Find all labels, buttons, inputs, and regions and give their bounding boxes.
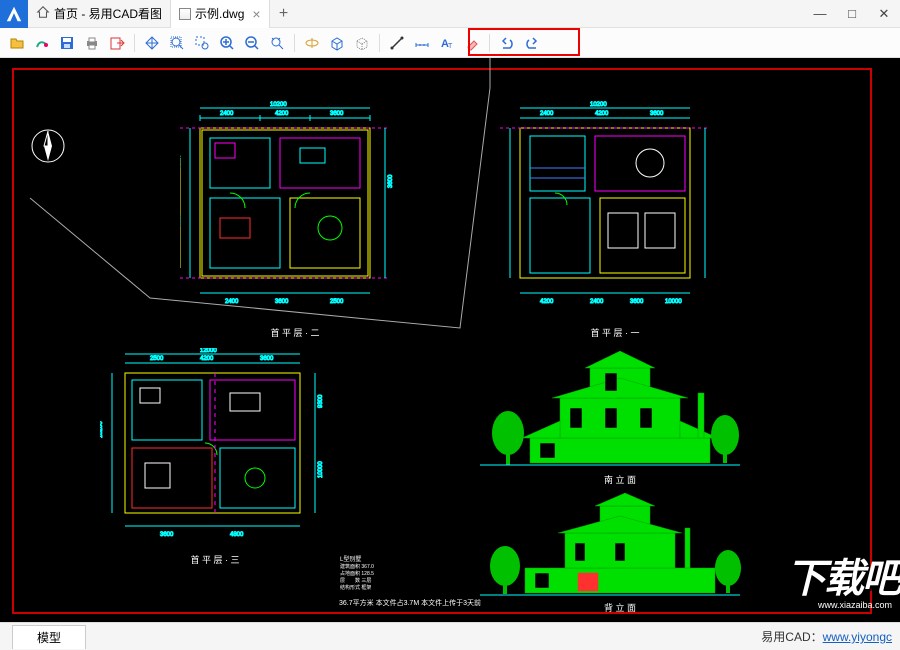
orbit-button[interactable]	[301, 32, 323, 54]
redo-button[interactable]	[521, 32, 543, 54]
drawing-canvas[interactable]: 2400 4200 3600 10200 2400 3600 2500 7400 4800…	[0, 58, 900, 622]
svg-text:3600: 3600	[260, 356, 274, 362]
elevation-back	[470, 488, 750, 603]
plan-label-3: 首 平 层 · 三	[160, 553, 270, 566]
svg-text:3600: 3600	[388, 174, 394, 188]
svg-text:9300: 9300	[318, 394, 324, 408]
svg-text:T: T	[448, 43, 453, 50]
svg-text:4200: 4200	[275, 111, 289, 117]
home-icon	[36, 5, 50, 22]
zoom-window-button[interactable]	[191, 32, 213, 54]
svg-text:10000: 10000	[318, 461, 324, 478]
titleblock-line-b: 36.7平方米 本文件占3.7M 本文件上传于3天前	[280, 598, 540, 608]
tab-home-label: 首页 - 易用CAD看图	[54, 5, 162, 22]
svg-text:4200: 4200	[200, 356, 214, 362]
elevation-label-1: 南 立 面	[580, 473, 660, 486]
svg-text:7400: 7400	[180, 154, 182, 168]
toolbar: AT	[0, 28, 900, 58]
svg-text:2400: 2400	[540, 111, 554, 117]
footer-brand: 易用CAD：www.yiyongc	[761, 628, 892, 645]
svg-text:2400: 2400	[225, 299, 239, 305]
svg-text:3600: 3600	[330, 111, 344, 117]
tab-file[interactable]: 示例.dwg ×	[171, 0, 270, 28]
open-button[interactable]	[6, 32, 28, 54]
zoom-in-button[interactable]	[216, 32, 238, 54]
maximize-button[interactable]: □	[836, 6, 868, 21]
erase-button[interactable]	[461, 32, 483, 54]
new-tab-button[interactable]: +	[270, 5, 298, 23]
status-bar: 模型 易用CAD：www.yiyongc	[0, 622, 900, 650]
toolbar-separator	[379, 34, 380, 52]
elevation-label-2: 背 立 面	[580, 601, 660, 614]
svg-text:4200: 4200	[540, 299, 554, 305]
elevation-south	[470, 343, 750, 473]
plan-label-1: 首 平 层 · 一	[560, 326, 670, 339]
toolbar-separator	[294, 34, 295, 52]
toolbar-separator	[134, 34, 135, 52]
svg-text:4200: 4200	[595, 111, 609, 117]
titleblock-line-a: L型别墅 建筑面积 367.0占地面积 128.5层 数 三层结构形式 框架	[340, 554, 460, 591]
model-tab[interactable]: 模型	[12, 625, 86, 649]
svg-text:3600: 3600	[650, 111, 664, 117]
app-logo	[0, 0, 28, 28]
zoom-extents-button[interactable]	[166, 32, 188, 54]
svg-text:2500: 2500	[150, 356, 164, 362]
tab-file-label: 示例.dwg	[195, 5, 244, 22]
plan-label-2: 首 平 层 · 二	[240, 326, 350, 339]
wire-3d-button[interactable]	[351, 32, 373, 54]
box-3d-button[interactable]	[326, 32, 348, 54]
svg-text:4800: 4800	[180, 214, 182, 228]
compass-icon	[30, 128, 66, 164]
titlebar: 首页 - 易用CAD看图 示例.dwg × + — □ ✕	[0, 0, 900, 28]
tab-home[interactable]: 首页 - 易用CAD看图	[28, 0, 171, 28]
measure-button[interactable]	[411, 32, 433, 54]
zoom-realtime-button[interactable]	[266, 32, 288, 54]
toolbar-separator	[489, 34, 490, 52]
tab-close-icon[interactable]: ×	[252, 6, 260, 22]
svg-text:3600: 3600	[630, 299, 644, 305]
svg-text:10000: 10000	[665, 299, 682, 305]
svg-text:2400: 2400	[590, 299, 604, 305]
svg-text:3600: 3600	[275, 299, 289, 305]
svg-text:12000: 12000	[200, 348, 217, 354]
export-button[interactable]	[106, 32, 128, 54]
file-icon	[179, 8, 191, 20]
footer-link[interactable]: www.yiyongc	[823, 630, 892, 644]
svg-text:10200: 10200	[270, 102, 287, 108]
floor-plan-1: 2400 4200 3600 10200 4200 2400 3600 10000	[500, 98, 720, 318]
svg-text:3600: 3600	[160, 532, 174, 538]
minimize-button[interactable]: —	[804, 6, 836, 21]
svg-text:2400: 2400	[220, 111, 234, 117]
close-window-button[interactable]: ✕	[868, 6, 900, 22]
text-button[interactable]: AT	[436, 32, 458, 54]
print-button[interactable]	[81, 32, 103, 54]
zoom-out-button[interactable]	[241, 32, 263, 54]
line-button[interactable]	[386, 32, 408, 54]
svg-text:10200: 10200	[590, 102, 607, 108]
svg-text:10200: 10200	[100, 421, 104, 438]
save-button[interactable]	[56, 32, 78, 54]
pan-button[interactable]	[141, 32, 163, 54]
extract-button[interactable]	[31, 32, 53, 54]
floor-plan-2: 2400 4200 3600 10200 2400 3600 2500 7400 4800…	[180, 98, 400, 318]
svg-text:2500: 2500	[330, 299, 344, 305]
svg-text:4800: 4800	[230, 532, 244, 538]
floor-plan-3: 2500 4200 3600 12000 3600 4800 10200 9300 10…	[100, 348, 330, 548]
undo-button[interactable]	[496, 32, 518, 54]
